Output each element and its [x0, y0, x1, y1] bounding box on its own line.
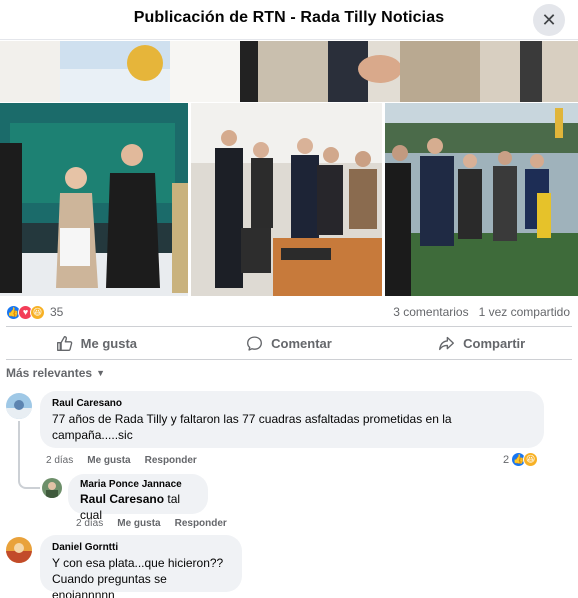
comment-author[interactable]: Daniel Gorntti: [52, 542, 230, 553]
comment-text: 77 años de Rada Tilly y faltaron las 77 …: [52, 412, 452, 442]
comment-like-button[interactable]: Me gusta: [87, 455, 130, 466]
thumbs-up-icon: [56, 335, 72, 351]
share-button[interactable]: Compartir: [385, 327, 578, 359]
comment-bubble: Daniel Gorntti Y con esa plata...que hic…: [40, 535, 242, 598]
comment-button[interactable]: Comentar: [193, 327, 386, 359]
post-photo-top[interactable]: [0, 41, 578, 102]
comment-meta: 2 días Me gusta Responder: [46, 455, 197, 466]
post-action-bar: Me gusta Comentar Compartir: [0, 327, 578, 359]
comment-icon: [247, 335, 263, 351]
dialog-title: Publicación de RTN - Rada Tilly Noticias: [133, 9, 445, 26]
sort-label: Más relevantes: [6, 366, 93, 380]
comments-count-link[interactable]: 3 comentarios: [393, 305, 468, 319]
reply-author[interactable]: Maria Ponce Jannace: [80, 479, 196, 490]
share-button-label: Compartir: [463, 335, 526, 351]
avatar[interactable]: [6, 393, 32, 419]
reaction-count: 35: [50, 305, 64, 319]
comment-reactions[interactable]: 2 👍 😆: [503, 452, 539, 467]
shares-count-link[interactable]: 1 vez compartido: [479, 305, 570, 319]
comment-author[interactable]: Raul Caresano: [52, 398, 532, 409]
post-photo-3[interactable]: [385, 103, 578, 296]
reply-like-button[interactable]: Me gusta: [117, 518, 160, 529]
comment-reply-button[interactable]: Responder: [145, 455, 197, 466]
divider: [6, 359, 572, 360]
haha-reaction-icon: 😆: [523, 452, 539, 467]
post-photo-1[interactable]: [0, 103, 188, 296]
caret-down-icon: ▼: [96, 368, 105, 378]
post-stats: 3 comentarios 1 vez compartido: [393, 305, 570, 319]
comment-time[interactable]: 2 días: [46, 455, 73, 466]
share-icon: [439, 336, 455, 350]
comment-button-label: Comentar: [271, 335, 332, 351]
haha-reaction-icon: 😆: [30, 304, 45, 320]
comment-text-line-1: Y con esa plata...que hicieron??: [52, 556, 224, 570]
reply-reply-button[interactable]: Responder: [175, 518, 227, 529]
like-button[interactable]: Me gusta: [0, 327, 193, 359]
close-icon: ✕: [541, 9, 557, 30]
reaction-summary[interactable]: 👍 ♥ 😆 35: [6, 304, 63, 320]
post-photo-grid: [0, 103, 578, 296]
comment-sort-dropdown[interactable]: Más relevantes ▼: [6, 366, 105, 380]
reply-thread-line: [18, 421, 40, 489]
avatar[interactable]: [6, 537, 32, 563]
like-button-label: Me gusta: [80, 335, 137, 351]
dialog-header: Publicación de RTN - Rada Tilly Noticias…: [0, 0, 578, 40]
post-photo-2[interactable]: [191, 103, 382, 296]
comment-bubble: Raul Caresano 77 años de Rada Tilly y fa…: [40, 391, 544, 448]
reply-time[interactable]: 2 días: [76, 518, 103, 529]
reply-bubble: Maria Ponce Jannace Raul Caresano tal cu…: [68, 474, 208, 522]
close-button[interactable]: ✕: [533, 4, 565, 36]
reply-mention[interactable]: Raul Caresano: [80, 492, 164, 506]
comment-reaction-count: 2: [503, 453, 510, 466]
comment-text-line-2: Cuando preguntas se enojannnnn: [52, 572, 167, 598]
reply-meta: 2 días Me gusta Responder: [76, 518, 227, 529]
avatar[interactable]: [42, 478, 62, 498]
